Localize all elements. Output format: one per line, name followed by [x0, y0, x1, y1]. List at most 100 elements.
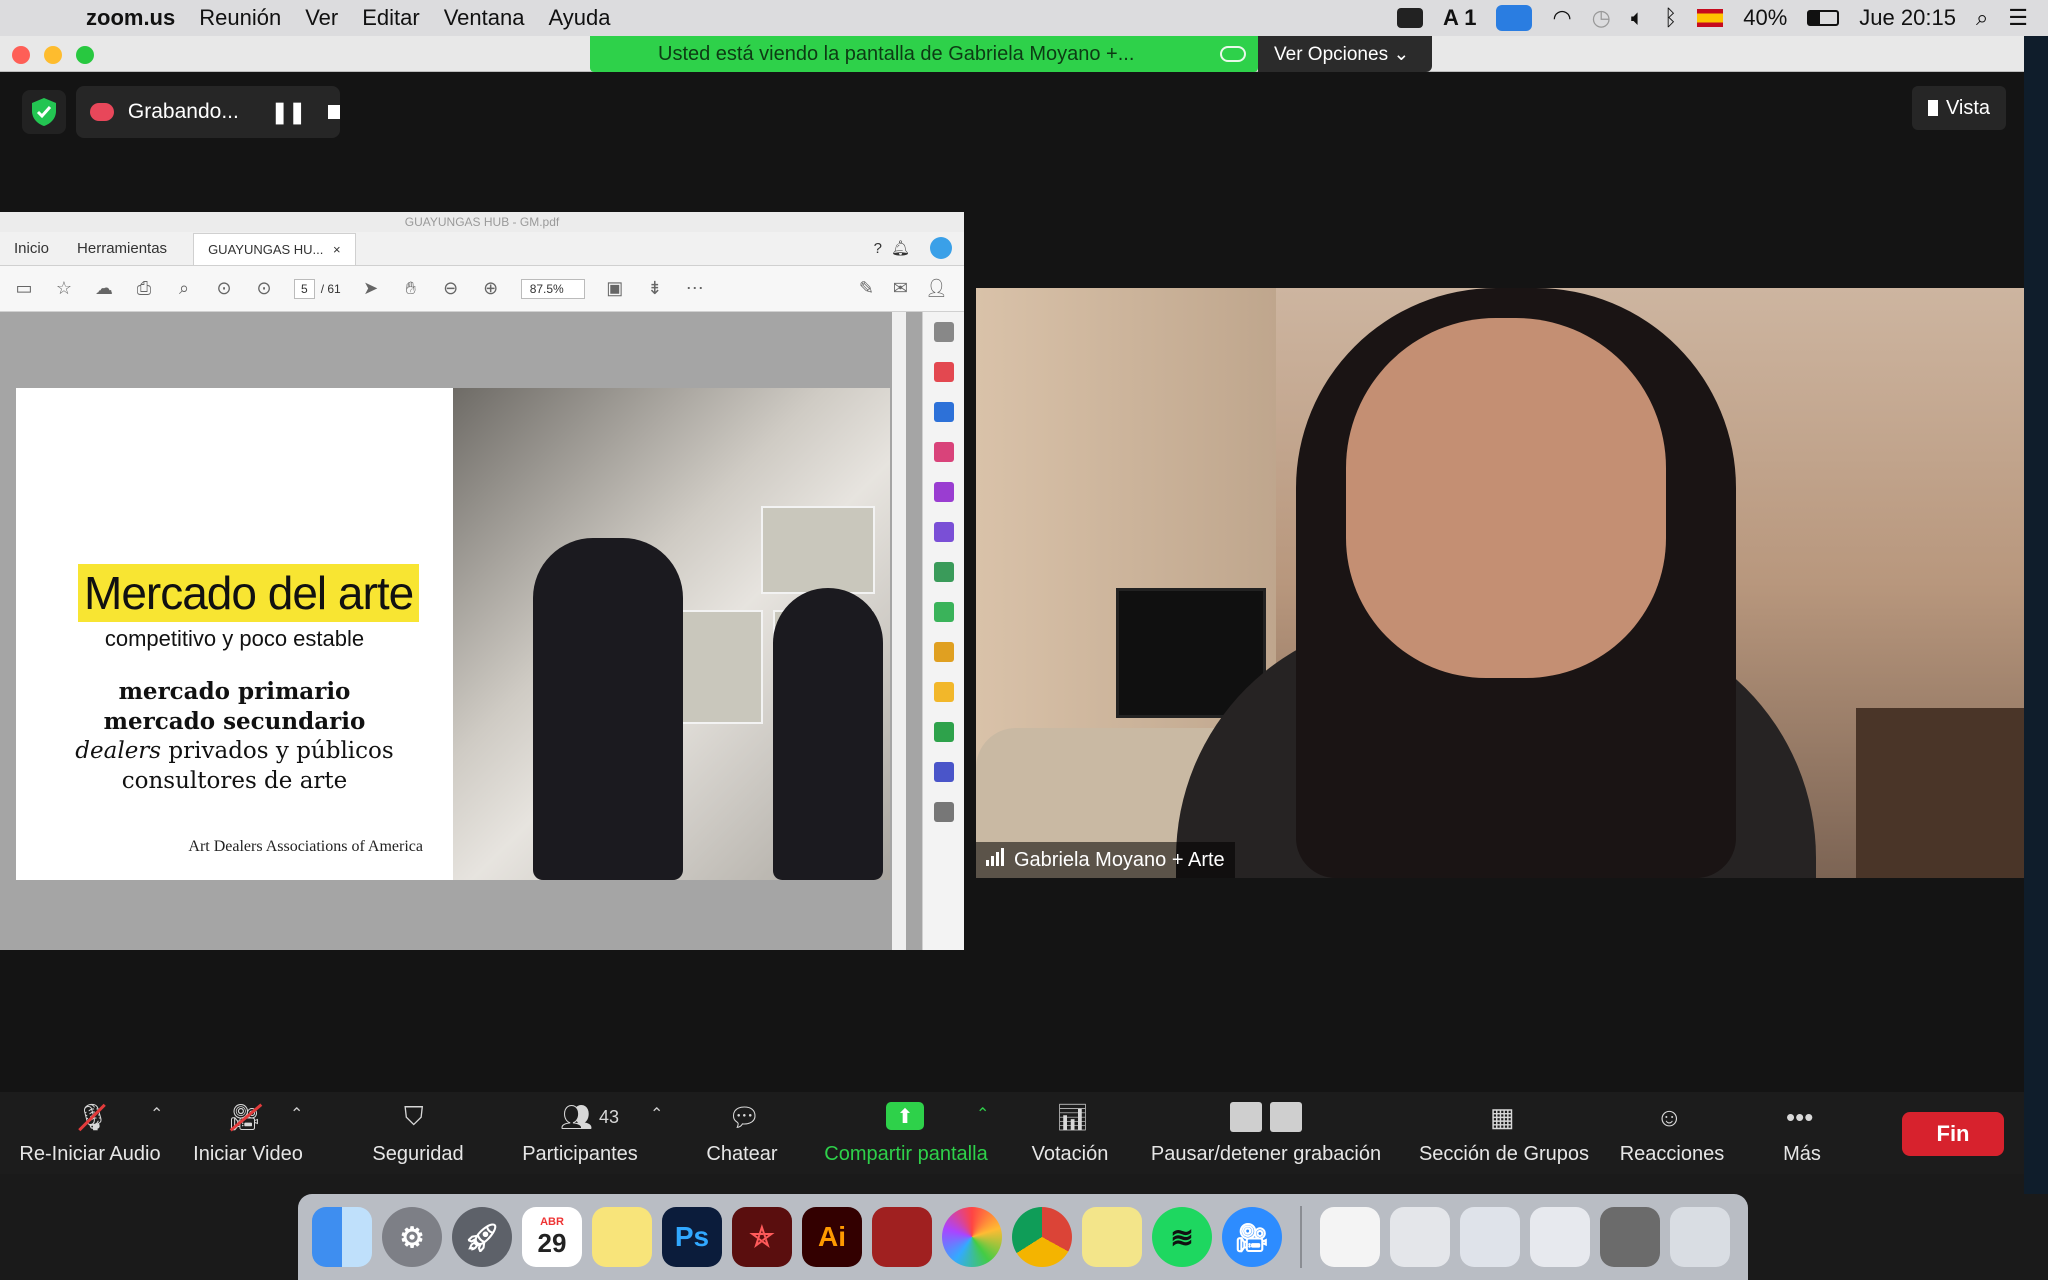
zoom-level-select[interactable]: 87.5% [520, 278, 585, 299]
zoom-status-icon[interactable] [1397, 8, 1423, 28]
battery-percent[interactable]: 40% [1743, 5, 1787, 31]
select-cursor-icon[interactable]: ➤ [361, 278, 381, 299]
page-fit-icon[interactable]: ▣ [605, 278, 625, 299]
zoom-app-icon[interactable]: 🎥︎ [1222, 1207, 1282, 1267]
input-language-flag-icon[interactable] [1697, 9, 1724, 27]
adobe-status-icon[interactable]: A 1 [1443, 5, 1476, 31]
trash-icon[interactable] [1670, 1207, 1730, 1267]
close-window-button[interactable] [12, 46, 30, 64]
fullscreen-window-button[interactable] [76, 46, 94, 64]
tab-document[interactable]: GUAYUNGAS HU... × [193, 233, 356, 265]
comment-icon[interactable] [933, 682, 954, 702]
start-video-button[interactable]: 🎥︎ ⌃ Iniciar Video [190, 1092, 306, 1174]
share-user-icon[interactable]: 👤︎ [925, 278, 948, 299]
print-icon[interactable]: ⎙ [134, 278, 154, 299]
launchpad-icon[interactable]: 🚀︎ [452, 1207, 512, 1267]
previous-page-icon[interactable]: ⊙ [214, 278, 234, 299]
recent-photo-thumbnail[interactable] [1600, 1207, 1660, 1267]
participant-video[interactable]: Gabriela Moyano + Arte [976, 288, 2024, 878]
shared-screen-acrobat-window[interactable]: GUAYUNGAS HUB - GM.pdf Inicio Herramient… [0, 212, 964, 950]
export-pdf-icon[interactable] [933, 402, 954, 422]
menu-ventana[interactable]: Ventana [444, 5, 525, 31]
pdf-document-area[interactable]: Mercado del arte competitivo y poco esta… [0, 312, 922, 950]
bluetooth-icon[interactable]: ᛒ [1664, 5, 1677, 31]
menu-clock[interactable]: Jue 20:15 [1859, 5, 1956, 31]
photos-icon[interactable] [942, 1207, 1002, 1267]
sign-icon[interactable]: ✎ [859, 278, 874, 299]
menu-ver[interactable]: Ver [305, 5, 338, 31]
bookmark-star-icon[interactable]: ☆ [54, 278, 74, 299]
help-icon[interactable]: ? [874, 240, 882, 257]
spotlight-search-icon[interactable]: ⌕ [1976, 5, 1988, 31]
pdf-scrollbar[interactable] [892, 312, 906, 950]
notification-center-icon[interactable]: ☰ [2008, 5, 2028, 31]
view-options-button[interactable]: Ver Opciones ⌄ [1258, 36, 1432, 72]
minimize-window-button[interactable] [44, 46, 62, 64]
menu-ayuda[interactable]: Ayuda [548, 5, 610, 31]
zoom-in-icon[interactable]: ⊕ [481, 278, 501, 299]
menu-editar[interactable]: Editar [362, 5, 419, 31]
account-avatar-icon[interactable] [930, 237, 952, 259]
participants-caret-icon[interactable]: ⌃ [650, 1104, 663, 1124]
screen-share-status-icon[interactable] [1496, 5, 1533, 31]
fill-sign-icon[interactable] [933, 522, 954, 542]
pause-stop-recording-button[interactable]: Pausar/detener grabación [1146, 1092, 1386, 1174]
photoshop-icon[interactable]: Ps [662, 1207, 722, 1267]
security-shield-icon[interactable] [22, 90, 66, 134]
breakout-rooms-button[interactable]: ▦ Sección de Grupos [1412, 1092, 1596, 1174]
more-tools-icon[interactable]: ⋯ [685, 278, 705, 299]
scroll-mode-icon[interactable]: ⇟ [645, 278, 665, 299]
end-meeting-button[interactable]: Fin [1902, 1112, 2004, 1156]
time-machine-icon[interactable]: ◷ [1592, 5, 1611, 31]
calendar-icon[interactable]: ABR 29 [522, 1207, 582, 1267]
acrobat-icon[interactable]: ⛥ [732, 1207, 792, 1267]
finder-icon[interactable] [312, 1207, 372, 1267]
send-review-icon[interactable] [933, 642, 954, 662]
recent-pdf-thumbnail[interactable] [1390, 1207, 1450, 1267]
zoom-search-icon[interactable]: ⌕ [174, 278, 194, 299]
chat-button[interactable]: 💬︎ Chatear [690, 1092, 794, 1174]
next-page-icon[interactable]: ⊙ [254, 278, 274, 299]
recent-screenshot-thumbnail-1[interactable] [1460, 1207, 1520, 1267]
close-tab-icon[interactable]: × [333, 242, 341, 257]
volume-icon[interactable]: 🔈︎ [1631, 5, 1644, 31]
polling-button[interactable]: 📊︎ Votación [1022, 1092, 1118, 1174]
stickies-icon[interactable] [1082, 1207, 1142, 1267]
page-number-input[interactable]: 5 [294, 278, 315, 299]
more-button[interactable]: ••• Más [1766, 1092, 1838, 1174]
zoom-tool-icon[interactable] [933, 322, 954, 342]
more-tools-sidebar-icon[interactable] [933, 802, 954, 822]
combine-files-icon[interactable] [933, 562, 954, 582]
scan-ocr-icon[interactable] [933, 722, 954, 742]
organize-pages-icon[interactable] [933, 442, 954, 462]
tab-herramientas[interactable]: Herramientas [63, 240, 181, 265]
photo-booth-icon[interactable] [872, 1207, 932, 1267]
upload-cloud-icon[interactable]: ☁ [94, 278, 114, 299]
recent-screenshot-thumbnail-2[interactable] [1530, 1207, 1590, 1267]
stop-recording-icon[interactable] [328, 105, 340, 119]
notifications-icon[interactable]: 🔔︎ [891, 239, 910, 257]
unmute-audio-button[interactable]: 🎙︎ ⌃ Re-Iniciar Audio [10, 1092, 170, 1174]
pause-recording-icon[interactable]: ❚❚ [271, 100, 306, 125]
view-layout-button[interactable]: Vista [1912, 86, 2006, 130]
security-button[interactable]: ⛉ Seguridad [360, 1092, 476, 1174]
protect-icon[interactable] [933, 762, 954, 782]
system-preferences-icon[interactable]: ⚙ [382, 1207, 442, 1267]
menu-app-name[interactable]: zoom.us [86, 5, 175, 31]
participants-button[interactable]: 👥︎ 43 ⌃ Participantes [510, 1092, 663, 1174]
illustrator-icon[interactable]: Ai [802, 1207, 862, 1267]
hand-tool-icon[interactable]: ✋︎ [401, 278, 421, 299]
save-icon[interactable]: ▭ [14, 278, 34, 299]
menu-reunion[interactable]: Reunión [199, 5, 281, 31]
compress-pdf-icon[interactable] [933, 602, 954, 622]
reactions-button[interactable]: ☺ Reacciones [1614, 1092, 1730, 1174]
create-pdf-icon[interactable] [933, 362, 954, 382]
share-options-caret-icon[interactable]: ⌃ [976, 1104, 989, 1124]
audio-options-caret-icon[interactable]: ⌃ [150, 1104, 163, 1124]
spotify-icon[interactable]: ≋ [1152, 1207, 1212, 1267]
edit-pdf-icon[interactable] [933, 482, 954, 502]
email-icon[interactable]: ✉ [893, 278, 908, 299]
share-screen-button[interactable]: ⬆ ⌃ Compartir pantalla [816, 1092, 996, 1174]
video-options-caret-icon[interactable]: ⌃ [290, 1104, 303, 1124]
tab-inicio[interactable]: Inicio [0, 240, 63, 265]
